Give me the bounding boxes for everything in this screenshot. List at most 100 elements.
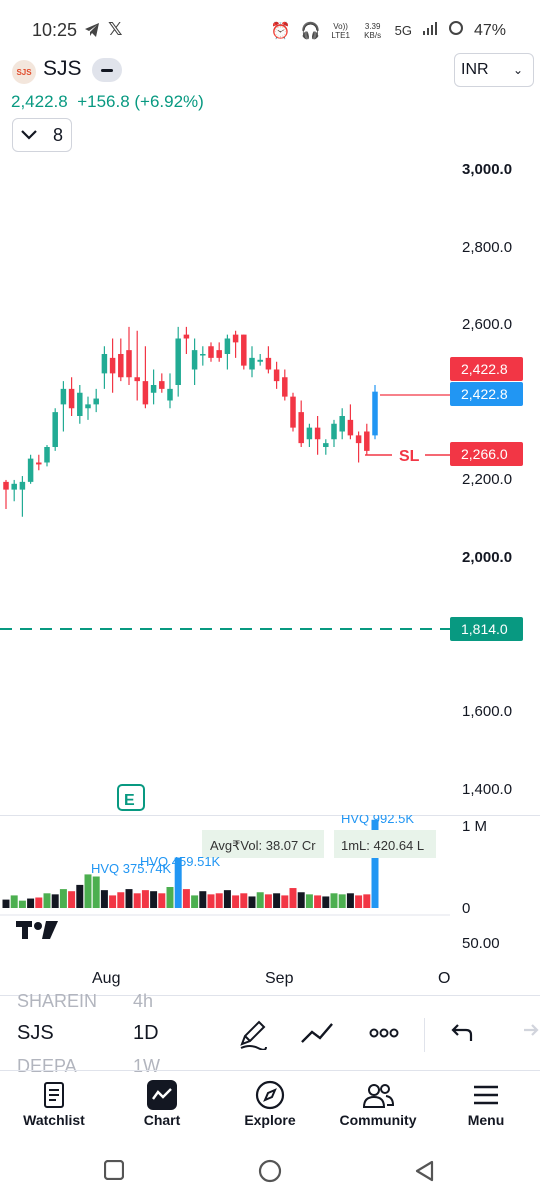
candle-body bbox=[175, 338, 181, 385]
indicators-toggle-button[interactable]: 8 bbox=[12, 118, 72, 152]
candle-body bbox=[3, 481, 9, 490]
redo-icon[interactable] bbox=[520, 1022, 540, 1049]
symbol-name[interactable]: SJS bbox=[43, 57, 82, 81]
volume-bar bbox=[191, 895, 199, 908]
volume-bar bbox=[281, 895, 289, 908]
network-speed: 3.39 KB/s bbox=[364, 21, 382, 40]
minus-icon bbox=[101, 68, 113, 72]
currency-value: INR bbox=[461, 61, 489, 78]
avg-vol-text: Avg₹Vol: 38.07 Cr bbox=[210, 838, 316, 853]
price-axis-label: 1,600.0 bbox=[462, 703, 512, 720]
candle-body bbox=[372, 391, 378, 436]
symbol-picker[interactable]: SJS bbox=[17, 1022, 54, 1045]
home-icon[interactable] bbox=[258, 1159, 282, 1188]
nav-community[interactable]: Community bbox=[328, 1078, 428, 1128]
candle-body bbox=[224, 338, 231, 354]
volume-bar bbox=[256, 892, 264, 908]
more-options-icon[interactable] bbox=[369, 1026, 399, 1044]
nav-chart[interactable]: Chart bbox=[112, 1078, 212, 1128]
ml-text: 1mL: 420.64 L bbox=[341, 838, 424, 853]
candle-body bbox=[290, 396, 296, 428]
volume-bar bbox=[338, 894, 346, 908]
volume-bar bbox=[232, 895, 240, 908]
candle-body bbox=[241, 334, 247, 366]
volume-bar bbox=[141, 890, 149, 908]
draw-pencil-icon[interactable] bbox=[238, 1018, 268, 1055]
candle-body bbox=[273, 369, 280, 382]
telegram-icon bbox=[84, 22, 100, 43]
volume-bar bbox=[68, 891, 76, 908]
volume-bar bbox=[43, 893, 51, 908]
candle-body bbox=[347, 419, 354, 436]
stop-loss-label[interactable]: SL bbox=[399, 448, 420, 465]
volume-bar bbox=[92, 876, 100, 908]
high-price-tag-text: 2,422.8 bbox=[461, 361, 508, 377]
volume-bar bbox=[158, 893, 166, 908]
candle-body bbox=[118, 354, 124, 378]
candle-body bbox=[159, 381, 165, 389]
candle-body bbox=[364, 431, 370, 451]
volume-bar bbox=[109, 895, 117, 908]
candle-body bbox=[282, 377, 288, 397]
volume-pane[interactable]: Avg₹Vol: 38.07 Cr 1mL: 420.64 L HVQ 375.… bbox=[0, 815, 540, 965]
volume-bar bbox=[314, 895, 322, 908]
volume-bar bbox=[248, 896, 256, 908]
back-icon[interactable] bbox=[414, 1160, 434, 1187]
volume-bar bbox=[18, 900, 26, 908]
level-tag-text: 1,814.0 bbox=[461, 621, 508, 637]
candle-body bbox=[150, 385, 157, 393]
candle-body bbox=[200, 354, 206, 356]
volume-bar bbox=[2, 899, 10, 908]
currency-select[interactable]: INR ⌄ bbox=[454, 53, 534, 87]
volume-bar bbox=[297, 892, 305, 908]
volume-bar bbox=[76, 884, 84, 908]
recents-icon[interactable] bbox=[103, 1159, 125, 1185]
compass-icon bbox=[255, 1080, 285, 1110]
oscillator-axis-label: 50.00 bbox=[462, 935, 500, 952]
indicator-count: 8 bbox=[52, 124, 63, 145]
battery-percent: 47% bbox=[473, 21, 506, 39]
trend-line-icon[interactable] bbox=[300, 1020, 336, 1051]
candle-body bbox=[36, 462, 42, 465]
volume-bar bbox=[363, 894, 371, 908]
interval-picker[interactable]: 1D bbox=[133, 1022, 159, 1045]
price-axis-label: 1,400.0 bbox=[462, 781, 512, 798]
candle-body bbox=[109, 357, 116, 374]
candle-body bbox=[85, 404, 91, 409]
candle-body bbox=[52, 412, 58, 447]
price-axis-label: 2,000.0 bbox=[462, 549, 512, 566]
interval-picker-prev[interactable]: 4h bbox=[133, 991, 153, 1012]
time-axis-label: Aug bbox=[92, 970, 121, 987]
nav-explore[interactable]: Explore bbox=[220, 1078, 320, 1128]
candle-body bbox=[77, 392, 83, 416]
tradingview-logo-icon[interactable] bbox=[16, 921, 58, 939]
candle-body bbox=[60, 388, 67, 405]
price-axis-label: 2,600.0 bbox=[462, 316, 512, 333]
candle-body bbox=[134, 377, 140, 382]
undo-icon[interactable] bbox=[450, 1022, 474, 1049]
symbol-logo: SJS bbox=[12, 60, 36, 84]
headphones-icon: 🎧 bbox=[300, 22, 321, 40]
volume-bar bbox=[355, 895, 363, 908]
volume-bar bbox=[215, 893, 223, 908]
toolbar-divider bbox=[424, 1018, 425, 1052]
candle-body bbox=[191, 350, 198, 370]
volume-bar bbox=[264, 894, 272, 908]
signal-icon bbox=[422, 21, 438, 40]
candle-body bbox=[126, 350, 132, 378]
nav-watchlist[interactable]: Watchlist bbox=[4, 1078, 104, 1128]
nav-label: Watchlist bbox=[23, 1112, 85, 1128]
volume-bar bbox=[305, 894, 313, 908]
time-axis-label: O bbox=[438, 970, 451, 987]
candle-body bbox=[167, 388, 173, 401]
nav-menu[interactable]: Menu bbox=[436, 1078, 536, 1128]
price-axis-label: 3,000.0 bbox=[462, 161, 512, 178]
symbol-picker-prev[interactable]: SHAREIN bbox=[17, 991, 97, 1012]
collapse-button[interactable] bbox=[92, 58, 122, 82]
candle-body bbox=[306, 427, 313, 440]
x-icon: 𝕏 bbox=[108, 19, 123, 39]
candle-body bbox=[44, 447, 50, 463]
volume-bar bbox=[207, 894, 215, 908]
chart-icon bbox=[147, 1080, 177, 1110]
nav-label: Menu bbox=[467, 1112, 505, 1128]
